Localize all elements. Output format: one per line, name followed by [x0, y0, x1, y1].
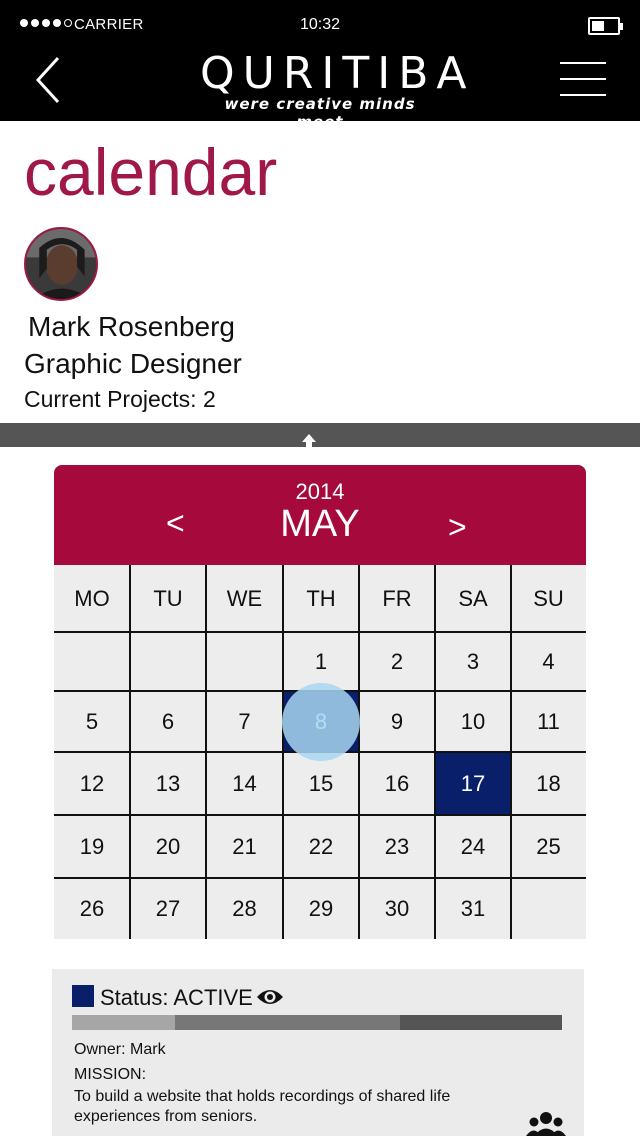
- calendar-day[interactable]: 30: [359, 878, 435, 939]
- calendar-day[interactable]: 29: [283, 878, 359, 939]
- calendar-empty-cell: [130, 632, 206, 691]
- project-progress-bar: [72, 1015, 562, 1030]
- calendar-day[interactable]: 21: [206, 815, 283, 878]
- signal-strength-icon: [20, 19, 72, 27]
- calendar-day[interactable]: 2: [359, 632, 435, 691]
- profile-name: Mark Rosenberg: [28, 311, 235, 342]
- profile-role: Graphic Designer: [24, 348, 242, 379]
- calendar-year: 2014: [295, 479, 345, 504]
- calendar-day[interactable]: 3: [435, 632, 511, 691]
- calendar-day[interactable]: 11: [511, 691, 586, 752]
- weekday-label: WE: [226, 585, 263, 611]
- project-owner: Owner: Mark: [74, 1041, 166, 1058]
- weekday-label: SA: [458, 585, 488, 611]
- calendar-day[interactable]: 17: [435, 752, 511, 815]
- mission-label: MISSION:: [74, 1066, 147, 1083]
- calendar-day[interactable]: 16: [359, 752, 435, 815]
- calendar-day[interactable]: 23: [359, 815, 435, 878]
- calendar-header: 2014 MAY < >: [54, 465, 586, 565]
- calendar-day[interactable]: 28: [206, 878, 283, 939]
- calendar-day[interactable]: 31: [435, 878, 511, 939]
- calendar-day[interactable]: 20: [130, 815, 206, 878]
- weekday-label: TH: [306, 585, 336, 611]
- progress-segment: [72, 1015, 175, 1030]
- back-button[interactable]: [28, 52, 68, 108]
- project-status: Status: ACTIVE: [100, 985, 253, 1010]
- team-icon[interactable]: [526, 1111, 566, 1136]
- user-photo: [26, 229, 96, 299]
- calendar-day[interactable]: 7: [206, 691, 283, 752]
- progress-segment: [174, 1015, 401, 1030]
- progress-segment: [400, 1015, 562, 1030]
- previous-month-button[interactable]: <: [166, 505, 185, 542]
- calendar-day[interactable]: 13: [130, 752, 206, 815]
- calendar-day[interactable]: 5: [54, 691, 130, 752]
- next-month-button[interactable]: >: [448, 509, 467, 546]
- grid-line: [54, 814, 586, 816]
- calendar-day[interactable]: 27: [130, 878, 206, 939]
- avatar[interactable]: [24, 227, 98, 301]
- battery-icon: [588, 17, 623, 35]
- project-card[interactable]: Status: ACTIVE Owner: Mark MISSION: To b…: [52, 969, 584, 1136]
- calendar-day[interactable]: 14: [206, 752, 283, 815]
- calendar-day[interactable]: 9: [359, 691, 435, 752]
- eye-icon[interactable]: [256, 986, 284, 1008]
- calendar-day[interactable]: 24: [435, 815, 511, 878]
- calendar-empty-cell: [206, 632, 283, 691]
- status-color-swatch: [72, 985, 94, 1007]
- logo-title: QURITIBA: [200, 48, 475, 99]
- calendar-day[interactable]: 6: [130, 691, 206, 752]
- weekday-label: MO: [74, 585, 110, 611]
- chevron-up-icon: [302, 434, 316, 447]
- collapse-handle[interactable]: [0, 423, 640, 447]
- calendar-month: MAY: [280, 503, 360, 545]
- status-time: 10:32: [300, 16, 341, 33]
- calendar-day[interactable]: 18: [511, 752, 586, 815]
- calendar-day[interactable]: 22: [283, 815, 359, 878]
- calendar-day[interactable]: 4: [511, 632, 586, 691]
- weekday-label: FR: [382, 585, 412, 611]
- weekday-label: SU: [533, 585, 564, 611]
- calendar-day[interactable]: 26: [54, 878, 130, 939]
- calendar-empty-cell: [511, 878, 586, 939]
- calendar-day[interactable]: 15: [283, 752, 359, 815]
- profile-projects-count: Current Projects: 2: [24, 386, 216, 412]
- grid-line: [54, 631, 586, 633]
- calendar-day[interactable]: 25: [511, 815, 586, 878]
- grid-line: [54, 877, 586, 879]
- page-title: calendar: [24, 135, 278, 209]
- calendar-day[interactable]: 19: [54, 815, 130, 878]
- status-bar: CARRIER 10:32: [0, 0, 640, 48]
- mission-text: To build a website that holds recordings…: [74, 1088, 451, 1125]
- weekday-label: TU: [153, 585, 183, 611]
- calendar-empty-cell: [54, 632, 130, 691]
- app-header: CARRIER 10:32 QURITIBA were creative min…: [0, 0, 640, 131]
- chevron-left-icon: [35, 56, 60, 104]
- calendar-day[interactable]: 12: [54, 752, 130, 815]
- logo-tagline: were creative minds meet: [224, 95, 416, 131]
- carrier-label: CARRIER: [74, 16, 144, 33]
- hamburger-menu-button[interactable]: [560, 62, 606, 96]
- touch-indicator: [282, 683, 360, 761]
- calendar-day[interactable]: 10: [435, 691, 511, 752]
